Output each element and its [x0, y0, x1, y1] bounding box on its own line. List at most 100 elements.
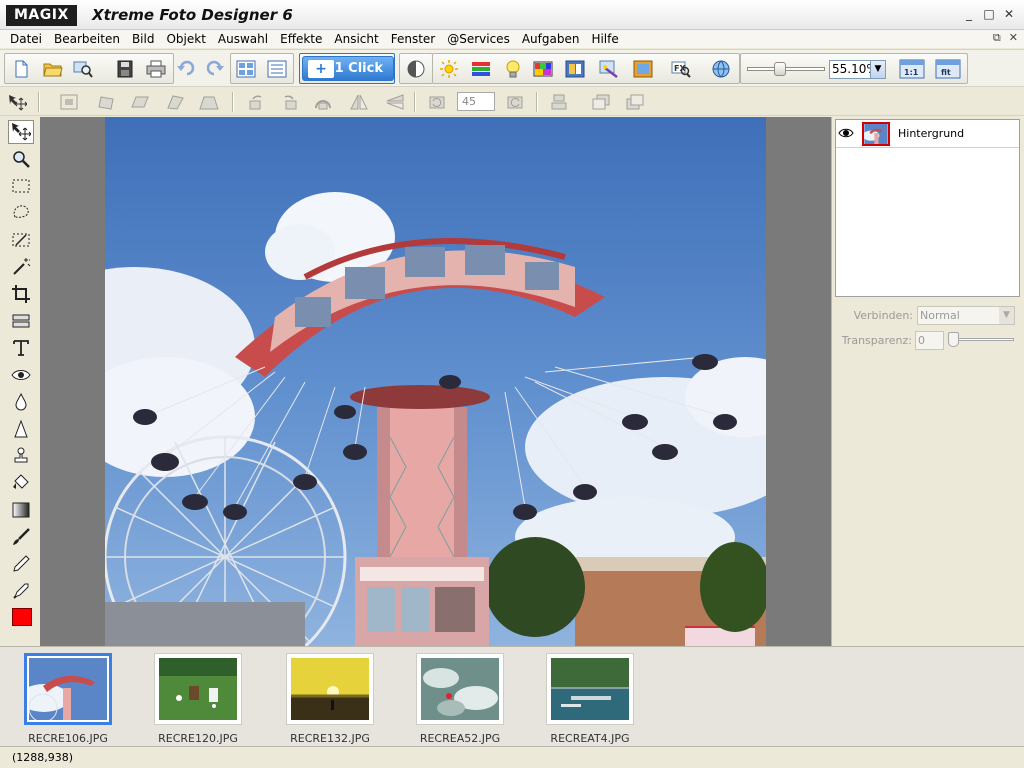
grid-view-icon[interactable] [234, 58, 258, 80]
brush-tool-icon[interactable] [8, 525, 34, 549]
transparency-field[interactable]: 0 [915, 331, 944, 350]
rotate-left-icon[interactable] [246, 91, 268, 113]
open-folder-icon[interactable] [41, 58, 65, 80]
list-view-icon[interactable] [265, 58, 289, 80]
color-palette-icon[interactable] [531, 58, 555, 80]
browse-icon[interactable] [71, 58, 95, 80]
color-balance-icon[interactable] [469, 58, 493, 80]
frame-icon[interactable] [631, 58, 655, 80]
rotate-angle-right-icon[interactable] [504, 91, 526, 113]
toolbar-separator [232, 92, 234, 112]
menu-services[interactable]: @Services [441, 30, 516, 48]
canvas-area[interactable] [40, 117, 831, 646]
thumbnail-frame[interactable] [286, 653, 374, 725]
transparency-slider-thumb[interactable] [948, 332, 959, 347]
eyedropper-tool-icon[interactable] [8, 579, 34, 603]
distort-icon[interactable] [164, 91, 186, 113]
carousel-photo[interactable] [105, 117, 766, 646]
menu-aufgaben[interactable]: Aufgaben [516, 30, 586, 48]
new-file-icon[interactable] [9, 58, 33, 80]
close-document-button[interactable]: ✕ [1009, 31, 1018, 45]
thumbnail-item[interactable]: RECREAT4.JPG [532, 653, 642, 745]
undo-icon[interactable] [174, 57, 198, 79]
light-bulb-icon[interactable] [501, 58, 525, 80]
zoom-fit-button[interactable]: fit [935, 58, 961, 80]
zoom-1to1-button[interactable]: 1:1 [899, 58, 925, 80]
print-icon[interactable] [144, 58, 168, 80]
menu-bild[interactable]: Bild [126, 30, 161, 48]
rotate-angle-left-icon[interactable] [426, 91, 448, 113]
rotate-free-icon[interactable] [96, 91, 118, 113]
rotation-angle-field[interactable]: 45 [457, 92, 495, 111]
flip-horizontal-icon[interactable] [348, 91, 370, 113]
clone-stamp-tool-icon[interactable] [8, 444, 34, 468]
effects-wand-icon[interactable] [597, 58, 621, 80]
rect-select-tool-icon[interactable] [8, 174, 34, 198]
sharpen-tool-icon[interactable] [8, 417, 34, 441]
move-select-tool-icon[interactable] [8, 120, 34, 144]
move-arrows-icon[interactable] [6, 91, 28, 113]
align-icon[interactable] [548, 91, 570, 113]
thumbnail-frame[interactable] [416, 653, 504, 725]
minimize-button[interactable]: _ [962, 7, 976, 21]
magic-select-tool-icon[interactable] [8, 228, 34, 252]
foreground-color-swatch[interactable] [12, 608, 32, 626]
thumbnail-item[interactable]: RECRE120.JPG [140, 653, 250, 745]
zoom-dropdown-button[interactable]: ▼ [870, 60, 886, 79]
gradient-tool-icon[interactable] [8, 498, 34, 522]
skew-icon[interactable] [130, 91, 152, 113]
straighten-tool-icon[interactable] [8, 309, 34, 333]
lasso-tool-icon[interactable] [8, 201, 34, 225]
save-icon[interactable] [113, 58, 137, 80]
text-tool-icon[interactable] [8, 336, 34, 360]
menu-auswahl[interactable]: Auswahl [212, 30, 274, 48]
fill-tool-icon[interactable] [8, 471, 34, 495]
menu-ansicht[interactable]: Ansicht [328, 30, 384, 48]
thumbnail-frame[interactable] [154, 653, 242, 725]
thumbnail-item[interactable]: RECRE132.JPG [272, 653, 382, 745]
menu-objekt[interactable]: Objekt [160, 30, 211, 48]
image-adjust-icon[interactable] [563, 58, 587, 80]
crop-tool-icon[interactable] [8, 282, 34, 306]
magic-wand-tool-icon[interactable] [8, 255, 34, 279]
one-click-button[interactable]: + 1 Click [302, 56, 394, 81]
menu-datei[interactable]: Datei [4, 30, 48, 48]
send-backward-icon[interactable] [624, 91, 646, 113]
thumbnail-frame[interactable] [546, 653, 634, 725]
thumbnail-label: RECREA52.JPG [419, 732, 501, 745]
blend-mode-dropdown-icon[interactable]: ▼ [999, 307, 1014, 324]
fx-browse-icon[interactable]: FX [669, 58, 693, 80]
zoom-value-field[interactable]: 55.10% [829, 60, 878, 79]
contrast-icon[interactable] [404, 58, 428, 80]
close-button[interactable]: ✕ [1002, 7, 1016, 21]
brightness-icon[interactable] [437, 58, 461, 80]
menu-bearbeiten[interactable]: Bearbeiten [48, 30, 126, 48]
title-bar: MAGIX Xtreme Foto Designer 6 _ □ ✕ [0, 0, 1024, 30]
zoom-slider[interactable] [747, 62, 825, 76]
menu-fenster[interactable]: Fenster [385, 30, 442, 48]
menu-effekte[interactable]: Effekte [274, 30, 328, 48]
eye-icon[interactable] [838, 126, 854, 140]
zoom-tool-icon[interactable] [8, 147, 34, 171]
thumbnail-item[interactable]: RECREA52.JPG [402, 653, 512, 745]
rotate-right-icon[interactable] [278, 91, 300, 113]
maximize-button[interactable]: □ [982, 7, 996, 21]
red-eye-tool-icon[interactable] [8, 363, 34, 387]
zoom-slider-thumb[interactable] [774, 62, 786, 76]
thumbnail-frame[interactable] [24, 653, 112, 725]
blur-tool-icon[interactable] [8, 390, 34, 414]
perspective-icon[interactable] [198, 91, 220, 113]
thumbnail-horses [159, 658, 237, 720]
menu-hilfe[interactable]: Hilfe [585, 30, 624, 48]
transparency-slider[interactable] [950, 338, 1014, 341]
layer-row[interactable]: Hintergrund [836, 120, 1019, 148]
resize-icon[interactable] [58, 91, 80, 113]
bring-forward-icon[interactable] [590, 91, 612, 113]
flip-vertical-icon[interactable] [384, 91, 406, 113]
rotate-180-icon[interactable] [312, 91, 334, 113]
thumbnail-item[interactable]: RECRE106.JPG [10, 653, 120, 745]
pencil-tool-icon[interactable] [8, 552, 34, 576]
restore-document-button[interactable]: ⧉ [993, 31, 1001, 45]
internet-globe-icon[interactable] [709, 58, 733, 80]
redo-icon[interactable] [203, 57, 227, 79]
